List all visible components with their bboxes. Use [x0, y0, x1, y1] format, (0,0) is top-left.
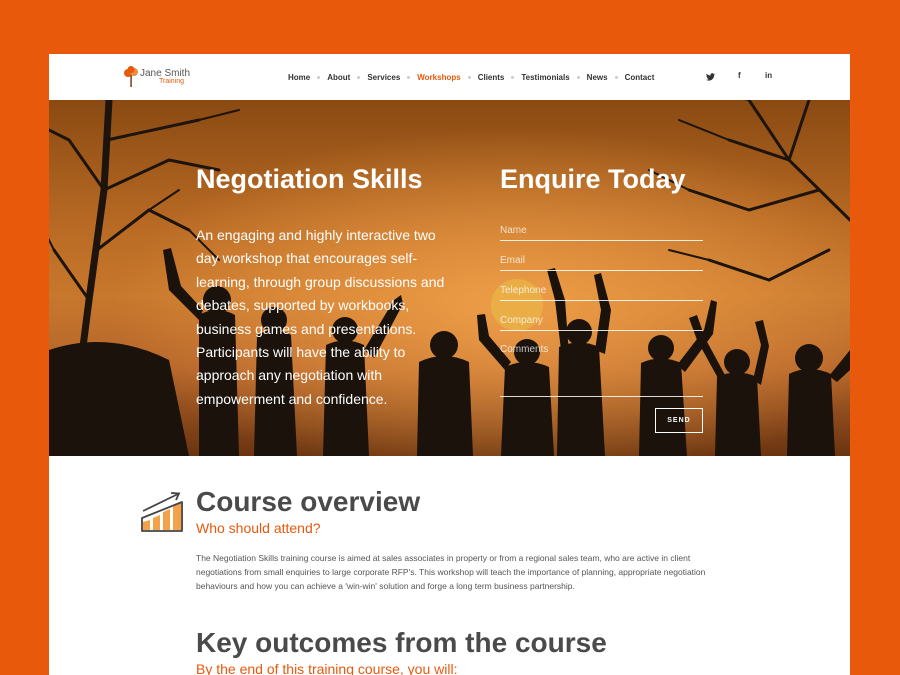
nav-news[interactable]: News	[587, 73, 608, 82]
hero-banner: Negotiation Skills An engaging and highl…	[49, 100, 850, 456]
growth-chart-icon	[141, 492, 183, 532]
nav-separator	[614, 75, 618, 79]
nav-separator	[407, 75, 411, 79]
hero-title: Negotiation Skills	[196, 164, 423, 194]
hero-description: An engaging and highly interactive two d…	[196, 227, 445, 407]
nav-contact[interactable]: Contact	[625, 73, 655, 82]
email-field-placeholder: Email	[500, 255, 526, 266]
nav-clients[interactable]: Clients	[478, 73, 505, 82]
name-field[interactable]: Name	[500, 225, 703, 241]
main-nav: Home About Services Workshops Clients Te…	[288, 71, 654, 83]
nav-separator	[357, 75, 361, 79]
telephone-field[interactable]: Telephone	[500, 285, 703, 301]
logo-subtitle: Training	[159, 78, 185, 85]
nav-home[interactable]: Home	[288, 73, 310, 82]
enquire-title: Enquire Today	[500, 164, 686, 194]
hero-background-image	[49, 100, 850, 456]
comments-field-placeholder: Comments	[500, 344, 549, 355]
name-field-placeholder: Name	[500, 225, 527, 236]
nav-services[interactable]: Services	[367, 73, 400, 82]
email-field[interactable]: Email	[500, 255, 703, 271]
who-should-attend-subtitle: Who should attend?	[196, 520, 321, 536]
nav-about[interactable]: About	[327, 73, 350, 82]
page: Jane Smith Training Home About Services …	[49, 54, 850, 675]
key-outcomes-subtitle: By the end of this training course, you …	[196, 661, 458, 675]
company-field-placeholder: Company	[500, 315, 543, 326]
key-outcomes-title: Key outcomes from the course	[196, 627, 607, 658]
tree-logo-icon	[124, 66, 138, 87]
twitter-icon[interactable]	[706, 73, 715, 81]
nav-separator	[511, 75, 515, 79]
site-header: Jane Smith Training Home About Services …	[49, 54, 850, 100]
logo[interactable]: Jane Smith Training	[123, 66, 193, 88]
course-overview-title: Course overview	[196, 486, 421, 517]
facebook-icon[interactable]: f	[738, 71, 741, 80]
course-overview-text: The Negotiation Skills training course i…	[196, 553, 706, 591]
nav-workshops[interactable]: Workshops	[417, 73, 460, 82]
company-field[interactable]: Company	[500, 315, 703, 331]
telephone-field-placeholder: Telephone	[500, 285, 547, 296]
comments-field[interactable]: Comments	[500, 344, 703, 397]
nav-separator	[576, 75, 580, 79]
linkedin-icon[interactable]: in	[765, 71, 772, 80]
nav-separator	[467, 75, 471, 79]
nav-testimonials[interactable]: Testimonials	[521, 73, 569, 82]
nav-separator	[317, 75, 321, 79]
send-button[interactable]: SEND	[655, 408, 703, 433]
